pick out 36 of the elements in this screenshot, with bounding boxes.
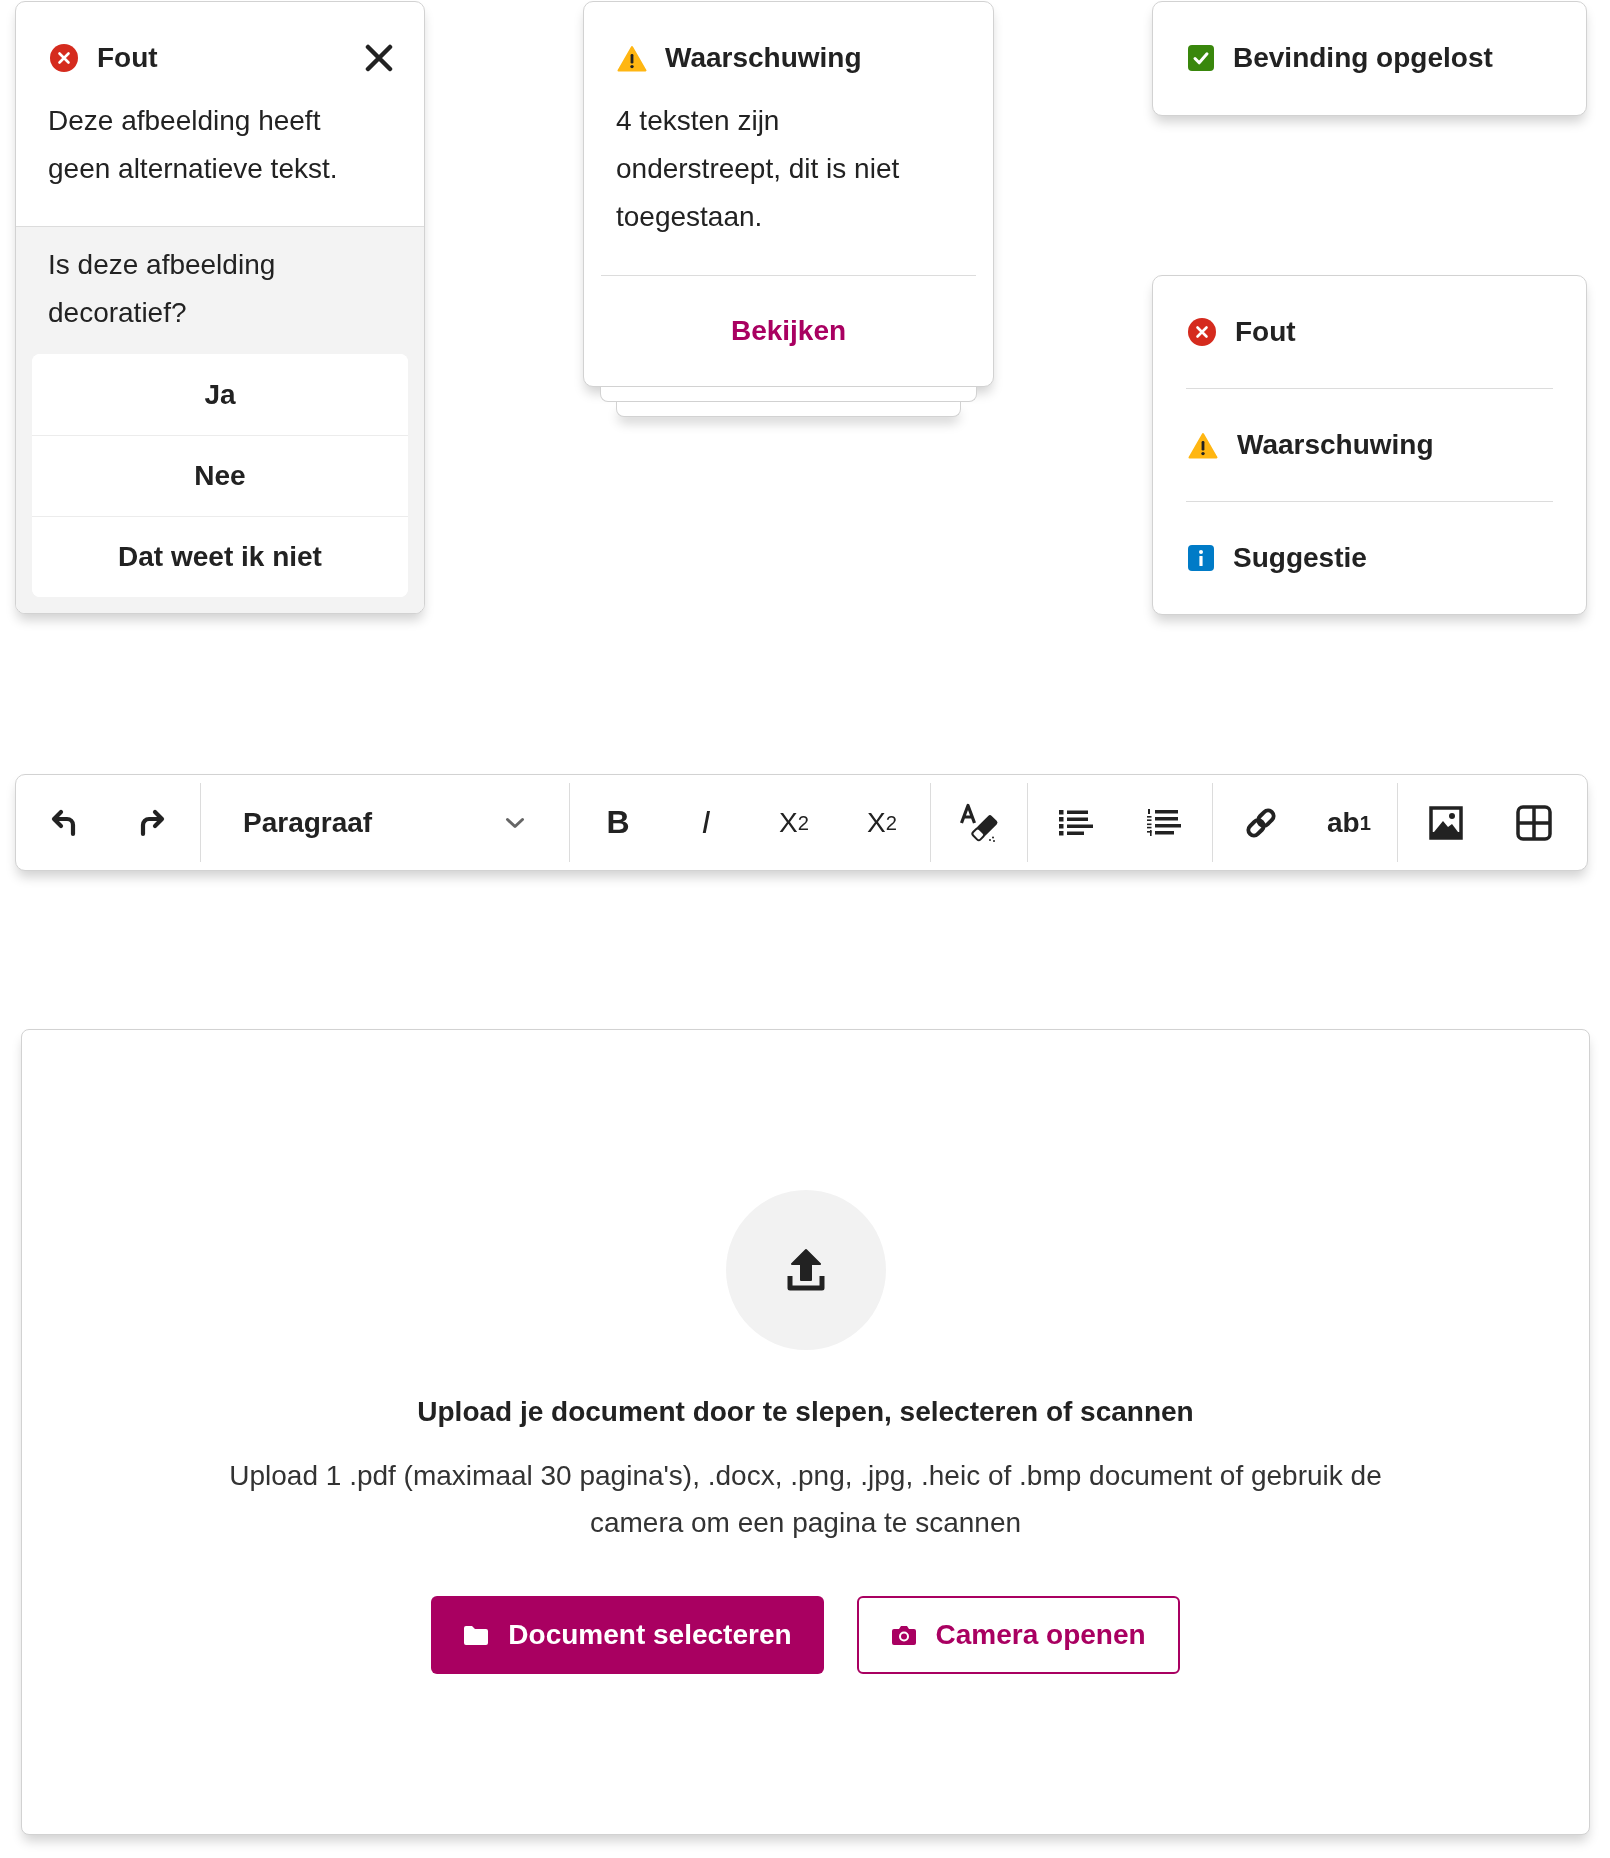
warning-icon bbox=[1188, 431, 1218, 459]
open-camera-button[interactable]: Camera openen bbox=[856, 1596, 1180, 1674]
camera-icon bbox=[890, 1624, 917, 1646]
severity-option[interactable]: Fout bbox=[1153, 276, 1586, 388]
close-button[interactable] bbox=[364, 43, 394, 73]
severity-option[interactable]: Suggestie bbox=[1153, 502, 1586, 614]
close-icon bbox=[365, 44, 393, 72]
upload-icon bbox=[725, 1190, 886, 1350]
error-icon bbox=[1188, 318, 1216, 346]
image-icon bbox=[1429, 805, 1463, 840]
info-icon bbox=[1188, 545, 1214, 571]
bold-button[interactable]: B bbox=[574, 782, 662, 863]
bullet-list-icon bbox=[1059, 809, 1093, 836]
redo-icon bbox=[139, 808, 165, 837]
numbered-list-icon bbox=[1147, 808, 1181, 837]
undo-icon bbox=[51, 808, 77, 837]
severity-option[interactable]: Waarschuwing bbox=[1153, 389, 1586, 501]
table-icon bbox=[1516, 804, 1552, 841]
popover-title: Waarschuwing bbox=[665, 42, 862, 74]
popover-message: 4 teksten zijn onderstreept, dit is niet toegestaan. bbox=[615, 104, 901, 234]
chevron-down-icon bbox=[505, 816, 525, 829]
select-document-button[interactable]: Document selecteren bbox=[431, 1596, 824, 1674]
popover-title: Fout bbox=[97, 42, 158, 74]
error-icon bbox=[50, 44, 78, 72]
view-link[interactable]: Bekijken bbox=[730, 315, 847, 347]
paragraph-style-select[interactable]: Paragraaf bbox=[205, 782, 565, 863]
folder-icon bbox=[463, 1624, 490, 1646]
upload-title: Upload je document door te slepen, selecteren of scannen bbox=[417, 1395, 1194, 1429]
question-text: Is deze afbeelding decoratief? bbox=[47, 248, 277, 330]
warning-icon bbox=[617, 44, 647, 72]
popover-message: Deze afbeelding heeft geen alternatieve tekst. bbox=[47, 104, 339, 186]
checkmark-icon bbox=[1188, 45, 1214, 71]
italic-button[interactable]: I bbox=[662, 782, 750, 863]
toast-title: Bevinding opgelost bbox=[1233, 42, 1493, 74]
upload-description: Upload 1 .pdf (maximaal 30 pagina's), .docx, .png, .jpg, .heic of .bmp document of gebruik de camera om een pagina te scannen bbox=[228, 1459, 1383, 1540]
text-eraser-icon bbox=[959, 802, 999, 843]
